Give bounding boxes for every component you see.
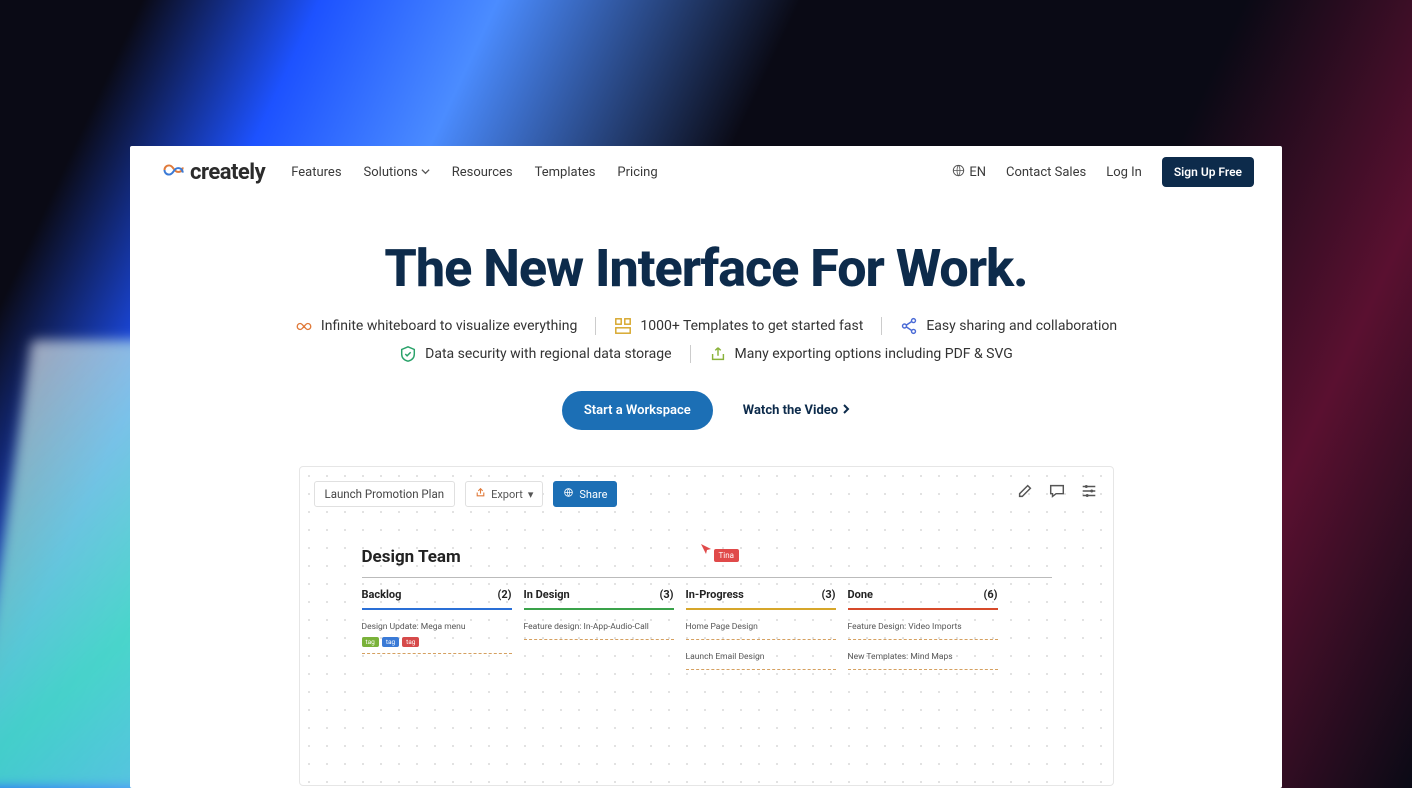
nav-templates[interactable]: Templates: [535, 165, 596, 180]
feat-export: Many exporting options including PDF & S…: [690, 345, 1013, 363]
column-underline: [524, 608, 674, 610]
nav-resources[interactable]: Resources: [452, 165, 513, 180]
feat-security: Data security with regional data storage: [399, 345, 671, 363]
mock-export-button[interactable]: Export ▾: [465, 481, 543, 507]
mock-share-button[interactable]: Share: [553, 481, 617, 507]
mock-share-label: Share: [579, 488, 607, 501]
column-name: In Design: [524, 588, 570, 601]
infinity-icon: [158, 160, 184, 185]
column-header: In Design (3): [524, 588, 674, 605]
feat-templates: 1000+ Templates to get started fast: [595, 317, 863, 335]
product-mockup: Launch Promotion Plan Export ▾ Share Tin…: [299, 466, 1114, 786]
kanban-card[interactable]: Launch Email Design: [686, 648, 836, 670]
mock-toolbar-right: [1015, 481, 1099, 501]
column-underline: [848, 608, 998, 610]
nav-pricing[interactable]: Pricing: [617, 165, 657, 180]
nav-solutions-label: Solutions: [364, 165, 418, 180]
column-header: Backlog (2): [362, 588, 512, 605]
hero-features-row2: Data security with regional data storage…: [130, 345, 1282, 363]
export-icon: [709, 345, 727, 363]
kanban-board: Design Team Backlog (2) Design Update: Meg…: [362, 547, 1052, 678]
feat-label: Infinite whiteboard to visualize everyth…: [321, 318, 577, 334]
site-window: creately Features Solutions Resources Te…: [130, 146, 1282, 788]
mock-export-label: Export: [491, 488, 523, 501]
globe-icon: [952, 164, 965, 181]
chevron-right-icon: [842, 403, 850, 418]
kanban-columns: Backlog (2) Design Update: Mega menutagtag…: [362, 577, 1052, 678]
card-tag: tag: [382, 637, 399, 647]
column-count: (2): [497, 588, 511, 601]
language-code: EN: [969, 165, 986, 180]
kanban-card[interactable]: Feature design: In-App-Audio-Call: [524, 618, 674, 640]
column-underline: [362, 608, 512, 610]
hero: The New Interface For Work. Infinite whi…: [130, 198, 1282, 430]
column-name: Backlog: [362, 588, 402, 601]
nav-features[interactable]: Features: [291, 165, 341, 180]
column-count: (6): [983, 588, 997, 601]
kanban-column: Backlog (2) Design Update: Mega menutagtag…: [362, 588, 512, 678]
nav-solutions[interactable]: Solutions: [364, 165, 430, 180]
settings-icon[interactable]: [1079, 481, 1099, 501]
start-workspace-button[interactable]: Start a Workspace: [562, 391, 713, 430]
nav-right: EN Contact Sales Log In Sign Up Free: [952, 157, 1254, 187]
nav-contact-sales[interactable]: Contact Sales: [1006, 165, 1086, 180]
feat-label: 1000+ Templates to get started fast: [640, 318, 863, 334]
nav-login[interactable]: Log In: [1106, 165, 1142, 180]
board-title: Design Team: [362, 547, 1052, 567]
globe-icon: [563, 487, 574, 501]
feat-whiteboard: Infinite whiteboard to visualize everyth…: [295, 317, 577, 335]
watch-video-link[interactable]: Watch the Video: [743, 403, 850, 418]
kanban-card[interactable]: New Templates: Mind Maps: [848, 648, 998, 670]
brand-logo[interactable]: creately: [158, 160, 265, 185]
column-count: (3): [659, 588, 673, 601]
mock-doc-title[interactable]: Launch Promotion Plan: [314, 481, 456, 507]
feat-label: Many exporting options including PDF & S…: [735, 346, 1013, 362]
feat-label: Easy sharing and collaboration: [926, 318, 1117, 334]
shield-icon: [399, 345, 417, 363]
feat-sharing: Easy sharing and collaboration: [881, 317, 1117, 335]
kanban-card[interactable]: Design Update: Mega menutagtagtag: [362, 618, 512, 654]
card-tags: tagtagtag: [362, 637, 512, 647]
kanban-card[interactable]: Home Page Design: [686, 618, 836, 640]
kanban-column: Done (6) Feature Design: Video Imports New …: [848, 588, 998, 678]
column-name: Done: [848, 588, 873, 601]
language-selector[interactable]: EN: [952, 164, 986, 181]
comment-icon[interactable]: [1047, 481, 1067, 501]
column-header: In-Progress (3): [686, 588, 836, 605]
mock-toolbar: Launch Promotion Plan Export ▾ Share: [314, 481, 1099, 507]
column-header: Done (6): [848, 588, 998, 605]
column-count: (3): [821, 588, 835, 601]
signup-button[interactable]: Sign Up Free: [1162, 157, 1254, 187]
card-tag: tag: [362, 637, 379, 647]
watch-video-label: Watch the Video: [743, 403, 838, 418]
cta-row: Start a Workspace Watch the Video: [130, 391, 1282, 430]
brand-name: creately: [190, 160, 265, 185]
card-tag: tag: [402, 637, 419, 647]
chevron-down-icon: [421, 165, 430, 180]
hero-title: The New Interface For Work.: [130, 238, 1282, 299]
export-icon: [475, 487, 486, 501]
share-icon: [900, 317, 918, 335]
caret-down-icon: ▾: [528, 488, 534, 501]
column-underline: [686, 608, 836, 610]
hero-features-row1: Infinite whiteboard to visualize everyth…: [130, 317, 1282, 335]
edit-icon[interactable]: [1015, 481, 1035, 501]
templates-icon: [614, 317, 632, 335]
nav-links: Features Solutions Resources Templates P…: [291, 165, 657, 180]
kanban-column: In-Progress (3) Home Page Design Launch Ema…: [686, 588, 836, 678]
feat-label: Data security with regional data storage: [425, 346, 671, 362]
column-name: In-Progress: [686, 588, 744, 601]
kanban-card[interactable]: Feature Design: Video Imports: [848, 618, 998, 640]
infinity-icon: [295, 317, 313, 335]
kanban-column: In Design (3) Feature design: In-App-Audio…: [524, 588, 674, 678]
top-nav: creately Features Solutions Resources Te…: [130, 146, 1282, 198]
